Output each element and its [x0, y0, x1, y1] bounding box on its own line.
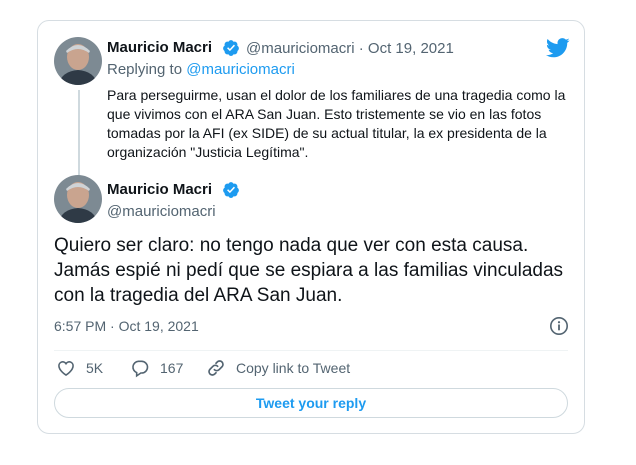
- quoted-author-name[interactable]: Mauricio Macri: [107, 39, 212, 56]
- main-tweet-text: Quiero ser claro: no tengo nada que ver …: [54, 235, 564, 306]
- tweet-your-reply-button[interactable]: Tweet your reply: [54, 388, 568, 418]
- quoted-handle[interactable]: @mauriciomacri: [246, 40, 355, 57]
- copy-link-label: Copy link to Tweet: [236, 360, 351, 376]
- replying-to: Replying to @mauriciomacri: [107, 61, 295, 78]
- twitter-bird-icon[interactable]: [546, 38, 570, 58]
- like-count: 5K: [86, 360, 104, 376]
- tweet-timestamp[interactable]: 6:57 PM · Oct 19, 2021: [54, 318, 199, 334]
- reply-count: 167: [160, 360, 184, 376]
- tweet-embed-card: Mauricio Macri @mauriciomacri · Oct 19, …: [37, 20, 585, 434]
- heart-icon: [58, 361, 74, 377]
- copy-link-button[interactable]: Copy link to Tweet: [206, 358, 350, 378]
- replying-prefix: Replying to: [107, 61, 183, 78]
- reply-count-button[interactable]: 167: [130, 358, 183, 378]
- divider: [54, 350, 568, 351]
- main-handle[interactable]: @mauriciomacri: [107, 203, 216, 220]
- main-author-name[interactable]: Mauricio Macri: [107, 181, 212, 198]
- thread-connector: [78, 90, 80, 182]
- info-icon[interactable]: [549, 316, 569, 336]
- quoted-date[interactable]: Oct 19, 2021: [368, 40, 454, 57]
- avatar[interactable]: [54, 175, 102, 223]
- avatar[interactable]: [54, 37, 102, 85]
- separator-dot: ·: [358, 40, 364, 57]
- reply-bubble-icon: [132, 360, 149, 378]
- replying-to-link[interactable]: @mauriciomacri: [186, 61, 295, 78]
- verified-badge-icon: [223, 40, 239, 56]
- quoted-handle-date: @mauriciomacri · Oct 19, 2021: [246, 40, 454, 57]
- reply-button-label: Tweet your reply: [255, 395, 367, 411]
- like-button[interactable]: 5K: [56, 358, 103, 378]
- quoted-tweet-text: Para perseguirme, usan el dolor de los f…: [107, 87, 566, 160]
- verified-badge-icon: [223, 182, 239, 198]
- link-icon: [208, 360, 224, 376]
